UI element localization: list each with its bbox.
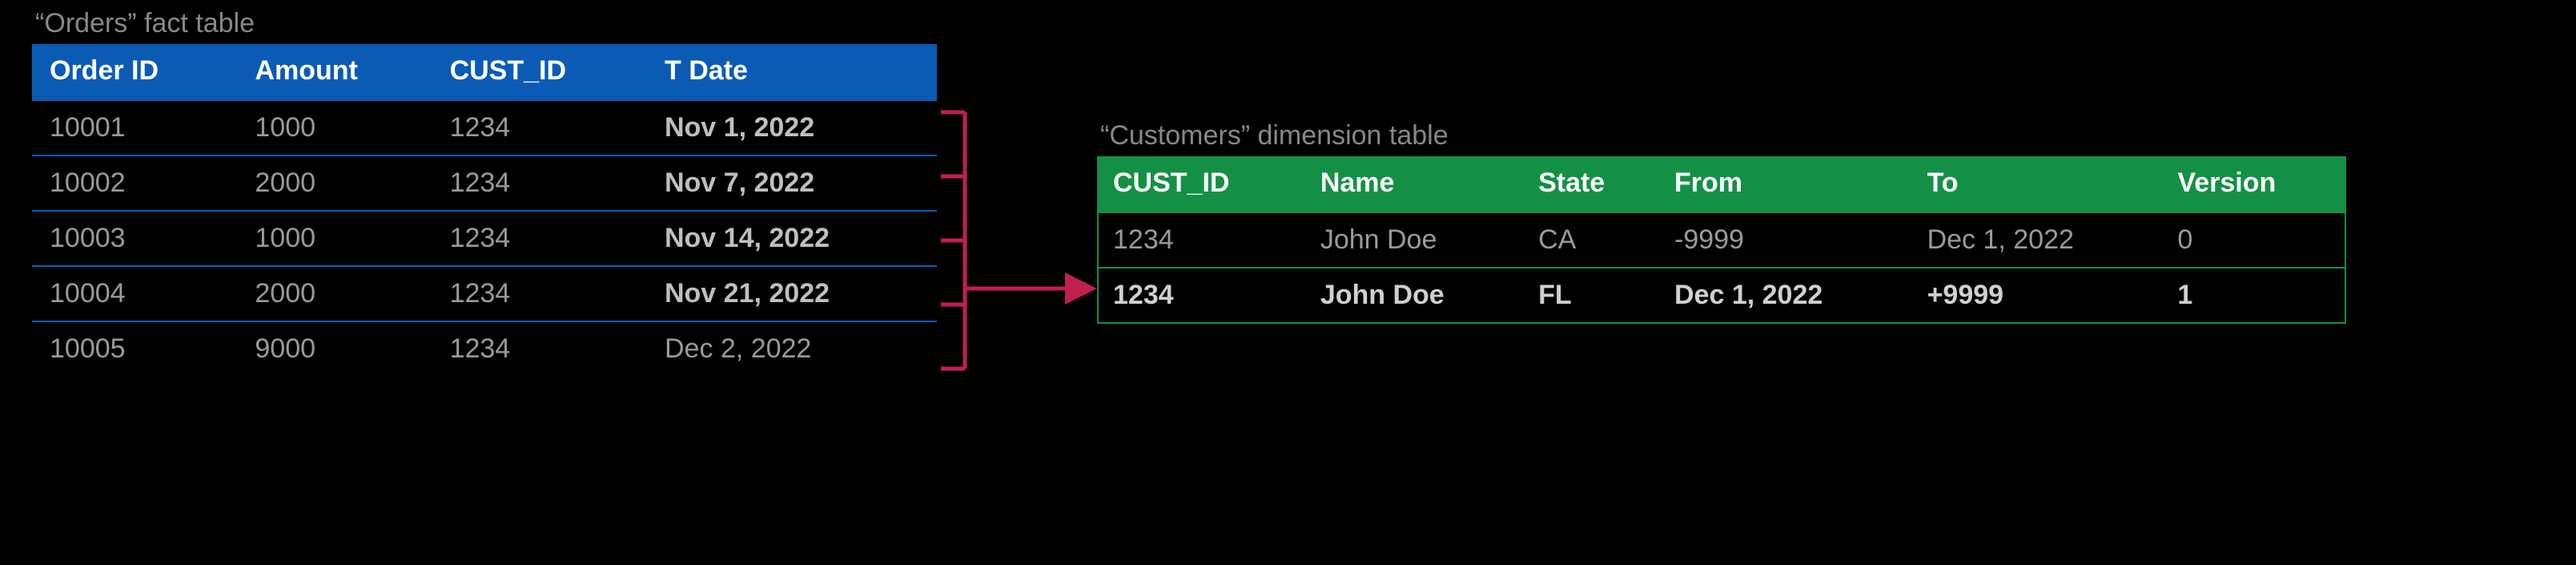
orders-cell-cust-id: 1234 <box>436 99 650 155</box>
cust-cell-name: John Doe <box>1306 212 1524 267</box>
table-row: 1000420001234Nov 21, 2022 <box>32 265 937 321</box>
orders-col-amount: Amount <box>240 44 435 99</box>
cust-cell-state: FL <box>1524 267 1660 322</box>
cust-cell-to: Dec 1, 2022 <box>1913 212 2164 267</box>
customers-caption: “Customers” dimension table <box>1100 120 2346 151</box>
orders-cell-t-date: Nov 1, 2022 <box>650 99 937 155</box>
cust-col-name: Name <box>1306 156 1524 212</box>
orders-cell-order-id: 10004 <box>32 265 240 321</box>
cust-cell-cust-id: 1234 <box>1099 212 1306 267</box>
orders-cell-order-id: 10002 <box>32 155 240 210</box>
orders-cell-amount: 9000 <box>240 321 435 376</box>
customers-dimension-table-wrap: “Customers” dimension table CUST_ID Name… <box>1097 120 2346 324</box>
orders-cell-order-id: 10001 <box>32 99 240 155</box>
cust-col-to: To <box>1913 156 2164 212</box>
orders-cell-cust-id: 1234 <box>436 265 650 321</box>
cust-cell-version: 1 <box>2163 267 2345 322</box>
orders-fact-table-wrap: “Orders” fact table Order ID Amount CUST… <box>32 8 937 376</box>
cust-cell-to: +9999 <box>1913 267 2164 322</box>
customers-dimension-table: CUST_ID Name State From To Version 1234J… <box>1097 156 2346 324</box>
customers-header-row: CUST_ID Name State From To Version <box>1099 156 2345 212</box>
orders-caption: “Orders” fact table <box>35 8 937 39</box>
orders-cell-order-id: 10003 <box>32 210 240 265</box>
orders-cell-amount: 1000 <box>240 210 435 265</box>
cust-cell-from: Dec 1, 2022 <box>1660 267 1913 322</box>
orders-cell-t-date: Dec 2, 2022 <box>650 321 937 376</box>
orders-col-order-id: Order ID <box>32 44 240 99</box>
table-row: 1000590001234Dec 2, 2022 <box>32 321 937 376</box>
table-row: 1234John DoeFLDec 1, 2022+99991 <box>1099 267 2345 322</box>
orders-cell-cust-id: 1234 <box>436 210 650 265</box>
table-row: 1234John DoeCA-9999Dec 1, 20220 <box>1099 212 2345 267</box>
cust-cell-state: CA <box>1524 212 1660 267</box>
cust-col-version: Version <box>2163 156 2345 212</box>
orders-col-cust-id: CUST_ID <box>436 44 650 99</box>
cust-cell-from: -9999 <box>1660 212 1913 267</box>
cust-col-state: State <box>1524 156 1660 212</box>
orders-fact-table: Order ID Amount CUST_ID T Date 100011000… <box>32 44 937 376</box>
relationship-arrow-icon <box>937 88 1105 521</box>
orders-cell-cust-id: 1234 <box>436 155 650 210</box>
orders-cell-amount: 2000 <box>240 155 435 210</box>
orders-cell-t-date: Nov 7, 2022 <box>650 155 937 210</box>
cust-cell-name: John Doe <box>1306 267 1524 322</box>
cust-col-from: From <box>1660 156 1913 212</box>
orders-cell-cust-id: 1234 <box>436 321 650 376</box>
cust-cell-cust-id: 1234 <box>1099 267 1306 322</box>
orders-col-t-date: T Date <box>650 44 937 99</box>
orders-cell-order-id: 10005 <box>32 321 240 376</box>
cust-cell-version: 0 <box>2163 212 2345 267</box>
orders-cell-amount: 1000 <box>240 99 435 155</box>
table-row: 1000220001234Nov 7, 2022 <box>32 155 937 210</box>
table-row: 1000110001234Nov 1, 2022 <box>32 99 937 155</box>
table-row: 1000310001234Nov 14, 2022 <box>32 210 937 265</box>
cust-col-cust-id: CUST_ID <box>1099 156 1306 212</box>
orders-cell-t-date: Nov 21, 2022 <box>650 265 937 321</box>
orders-header-row: Order ID Amount CUST_ID T Date <box>32 44 937 99</box>
orders-cell-t-date: Nov 14, 2022 <box>650 210 937 265</box>
orders-cell-amount: 2000 <box>240 265 435 321</box>
